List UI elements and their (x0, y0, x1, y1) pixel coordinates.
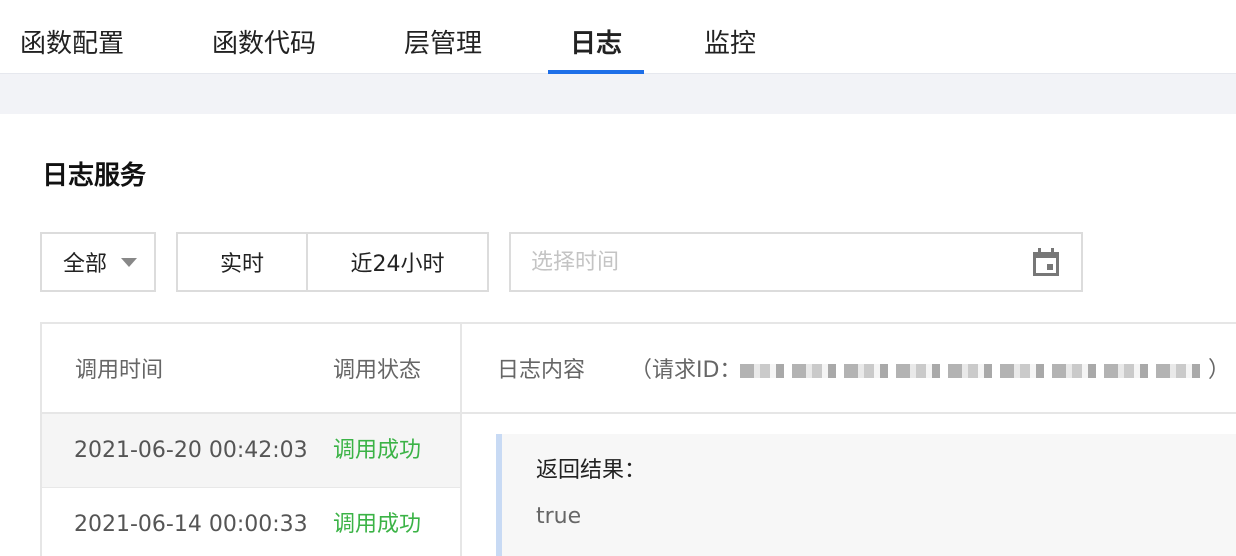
scope-dropdown-label: 全部 (63, 252, 108, 277)
request-id-close: ） (1208, 358, 1231, 383)
row-time: 2021-06-14 00:00:33 (74, 512, 308, 537)
chevron-down-icon (121, 257, 138, 267)
column-header-content: 日志内容 (497, 358, 586, 383)
row-status: 调用成功 (333, 438, 422, 463)
table-row[interactable]: 2021-06-20 00:42:03 调用成功 (42, 414, 460, 488)
tab-function-config[interactable]: 函数配置 (20, 26, 124, 62)
invocation-list: 调用时间 调用状态 2021-06-20 00:42:03 调用成功 2021-… (42, 324, 462, 556)
result-label: 返回结果： (536, 458, 647, 483)
tab-monitoring[interactable]: 监控 (704, 26, 756, 62)
tab-logs[interactable]: 日志 (570, 26, 622, 62)
row-status: 调用成功 (333, 512, 422, 537)
request-id-label: （请求ID： (630, 358, 742, 383)
realtime-button-label: 实时 (219, 252, 264, 277)
scope-dropdown[interactable]: 全部 (40, 232, 156, 292)
header-band (0, 74, 1236, 114)
row-time: 2021-06-20 00:42:03 (74, 438, 308, 463)
table-row[interactable]: 2021-06-14 00:00:33 调用成功 (42, 488, 460, 556)
tab-function-code[interactable]: 函数代码 (212, 26, 316, 62)
log-content-panel: 返回结果： true (496, 434, 1236, 556)
header-divider (42, 412, 1236, 414)
result-value: true (536, 504, 582, 529)
log-table: 调用时间 调用状态 2021-06-20 00:42:03 调用成功 2021-… (40, 322, 1236, 556)
date-picker[interactable] (509, 232, 1083, 292)
section-title: 日志服务 (42, 161, 147, 191)
tab-bar: 函数配置 函数代码 层管理 日志 监控 (0, 0, 1236, 74)
last-24h-button[interactable]: 近24小时 (306, 232, 489, 292)
last-24h-button-label: 近24小时 (350, 252, 445, 277)
tab-layer-management[interactable]: 层管理 (404, 26, 482, 62)
column-header-status: 调用状态 (333, 358, 422, 383)
date-input[interactable] (511, 234, 991, 290)
calendar-icon[interactable] (1031, 247, 1061, 277)
column-header-time: 调用时间 (75, 358, 164, 383)
redacted-request-id (740, 364, 1200, 378)
realtime-button[interactable]: 实时 (176, 232, 308, 292)
